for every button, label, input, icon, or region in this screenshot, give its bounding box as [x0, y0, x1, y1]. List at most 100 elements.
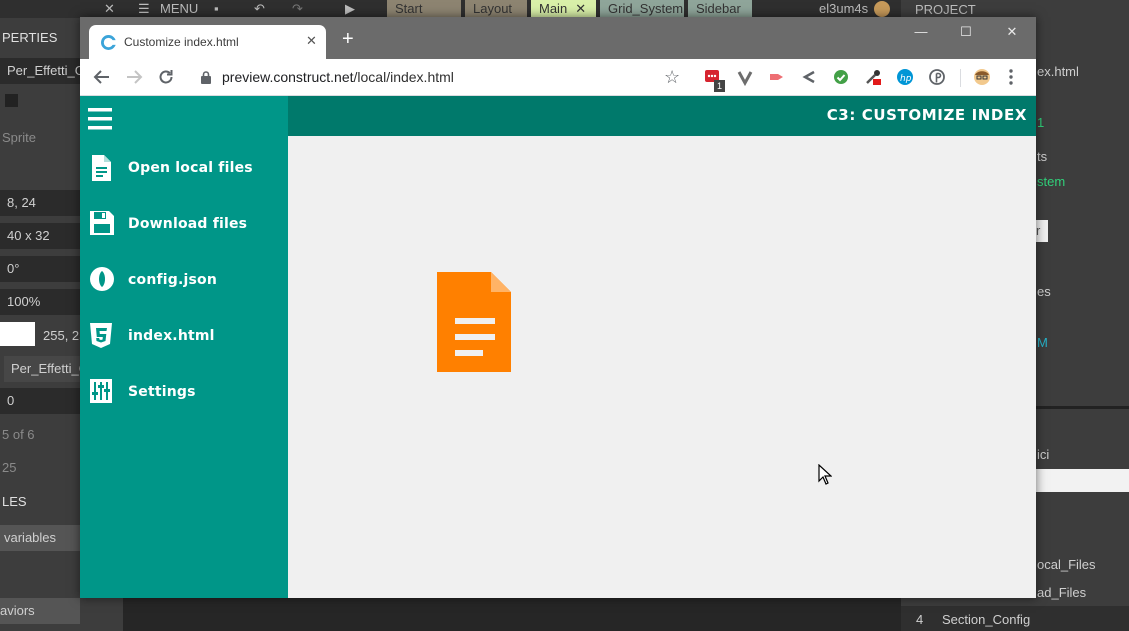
url-path: /local/index.html — [353, 69, 454, 85]
prop-animation-speed: 25 — [2, 460, 17, 475]
panel-divider — [1036, 406, 1129, 409]
color-swatch[interactable] — [0, 322, 35, 346]
main-content — [288, 136, 1036, 598]
mouse-cursor-icon — [818, 463, 833, 488]
nav-label: Open local files — [128, 160, 253, 176]
project-item[interactable]: ocal_Files — [1037, 557, 1096, 572]
tab-sidebar[interactable]: Sidebar — [688, 0, 752, 18]
minimize-icon[interactable]: — — [904, 21, 938, 43]
svg-text:hp: hp — [900, 74, 912, 84]
instance-variables-title: LES — [2, 494, 27, 509]
back-icon[interactable] — [93, 68, 111, 89]
close-window-icon[interactable]: ✕ — [995, 21, 1029, 43]
project-row[interactable]: 4 Section_Config — [901, 606, 1129, 631]
nav-label: index.html — [128, 328, 215, 344]
toolbar-divider — [960, 69, 961, 87]
menu-icon[interactable]: ☰ — [138, 0, 150, 18]
json-icon — [90, 267, 114, 293]
save-icon[interactable]: ▪ — [214, 0, 219, 18]
prop-opacity-field[interactable]: 100% — [0, 289, 80, 315]
project-item[interactable]: es — [1037, 284, 1051, 299]
project-title: PROJECT — [915, 2, 976, 17]
variables-button[interactable]: variables — [0, 525, 80, 551]
browser-tab[interactable]: Customize index.html ✕ — [89, 25, 326, 59]
prop-layer-field[interactable]: Per_Effetti_G — [4, 356, 80, 382]
address-bar[interactable]: preview.construct.net/local/index.html — [222, 69, 454, 85]
nav-item-open-local-files[interactable]: Open local files — [88, 155, 288, 185]
avatar[interactable] — [874, 1, 890, 17]
url-host: preview.construct.net — [222, 69, 354, 85]
eyedropper-icon[interactable] — [864, 68, 882, 86]
properties-title: PERTIES — [2, 30, 58, 45]
html5-icon — [90, 323, 114, 349]
prop-zindex-field[interactable]: 0 — [0, 388, 80, 414]
hamburger-menu-icon[interactable] — [88, 107, 112, 134]
sliders-icon — [90, 379, 114, 405]
prop-angle-field[interactable]: 0° — [0, 256, 80, 282]
side-nav: Open local files Download files config.j… — [80, 96, 288, 598]
page-title: C3: CUSTOMIZE INDEX — [826, 106, 1027, 124]
app-bar: C3: CUSTOMIZE INDEX — [288, 96, 1036, 136]
floppy-disk-icon — [90, 211, 114, 237]
forward-icon[interactable] — [125, 68, 143, 89]
ghostery-icon[interactable] — [832, 68, 850, 86]
close-icon[interactable]: ✕ — [575, 1, 586, 16]
pinterest-icon[interactable] — [928, 68, 946, 86]
project-item: r — [1036, 223, 1041, 238]
play-icon[interactable]: ▶ — [345, 0, 355, 18]
tab-main-label: Main — [539, 1, 568, 16]
hp-icon[interactable]: hp — [896, 68, 914, 86]
prop-frame: 5 of 6 — [2, 427, 35, 442]
browser-toolbar: preview.construct.net/local/index.html ☆… — [80, 59, 1036, 96]
more-menu-icon[interactable] — [1008, 68, 1014, 89]
undo-icon[interactable]: ↶ — [254, 0, 265, 18]
prop-size-field[interactable]: 40 x 32 — [0, 223, 80, 249]
nav-item-config-json[interactable]: config.json — [88, 267, 288, 297]
tab-grid-system[interactable]: Grid_System — [600, 0, 684, 18]
nav-label: Download files — [128, 216, 248, 232]
tab-strip: Customize index.html ✕ + — ☐ ✕ — [80, 17, 1036, 59]
vivaldi-icon[interactable] — [736, 68, 754, 87]
nav-item-settings[interactable]: Settings — [88, 379, 288, 409]
reload-icon[interactable] — [157, 68, 175, 89]
checkbox[interactable] — [5, 94, 18, 107]
nav-label: Settings — [128, 384, 196, 400]
row-number: 4 — [916, 612, 924, 627]
tag-extension-icon[interactable] — [768, 68, 786, 86]
tab-start-page[interactable]: Start page — [387, 0, 461, 34]
nav-item-index-html[interactable]: index.html — [88, 323, 288, 353]
file-document-icon — [90, 155, 114, 181]
nav-label: config.json — [128, 272, 218, 288]
nav-item-download-files[interactable]: Download files — [88, 211, 288, 241]
close-icon[interactable]: ✕ — [104, 0, 115, 18]
redo-icon[interactable]: ↷ — [292, 0, 303, 18]
project-item[interactable]: 1 — [1037, 115, 1044, 130]
bookmark-star-icon[interactable]: ☆ — [664, 67, 680, 88]
file-document-icon[interactable] — [437, 272, 511, 375]
browser-window: Customize index.html ✕ + — ☐ ✕ preview.c… — [80, 17, 1036, 598]
lock-icon[interactable] — [201, 71, 211, 87]
project-item[interactable]: stem — [1037, 174, 1065, 189]
behaviors-button[interactable]: aviors — [0, 598, 80, 624]
user-name: el3um4s — [819, 1, 869, 16]
project-item[interactable]: M — [1037, 335, 1048, 350]
row-label: Section_Config — [942, 612, 1031, 627]
project-item[interactable]: ici — [1037, 447, 1049, 462]
selected-row[interactable] — [1036, 469, 1129, 492]
prop-name-field[interactable]: Per_Effetti_G — [0, 58, 80, 84]
extension-badge: 1 — [714, 80, 725, 92]
swift-extension-icon[interactable] — [800, 68, 818, 86]
profile-avatar-icon[interactable] — [973, 68, 991, 86]
project-item[interactable]: ad_Files — [1037, 585, 1086, 600]
menu-button[interactable]: MENU — [160, 0, 198, 18]
prop-position-field[interactable]: 8, 24 — [0, 190, 80, 216]
maximize-icon[interactable]: ☐ — [949, 21, 983, 43]
tab-layout-1[interactable]: Layout 1 — [465, 0, 527, 34]
close-tab-icon[interactable]: ✕ — [306, 33, 317, 49]
project-item[interactable]: ts — [1037, 149, 1047, 164]
project-item[interactable]: ex.html — [1037, 64, 1079, 79]
prop-plugin: Sprite — [2, 130, 36, 145]
tab-main[interactable]: Main ✕ — [531, 0, 596, 18]
project-filter-field[interactable]: r — [1036, 220, 1048, 242]
new-tab-button[interactable]: + — [342, 29, 354, 49]
